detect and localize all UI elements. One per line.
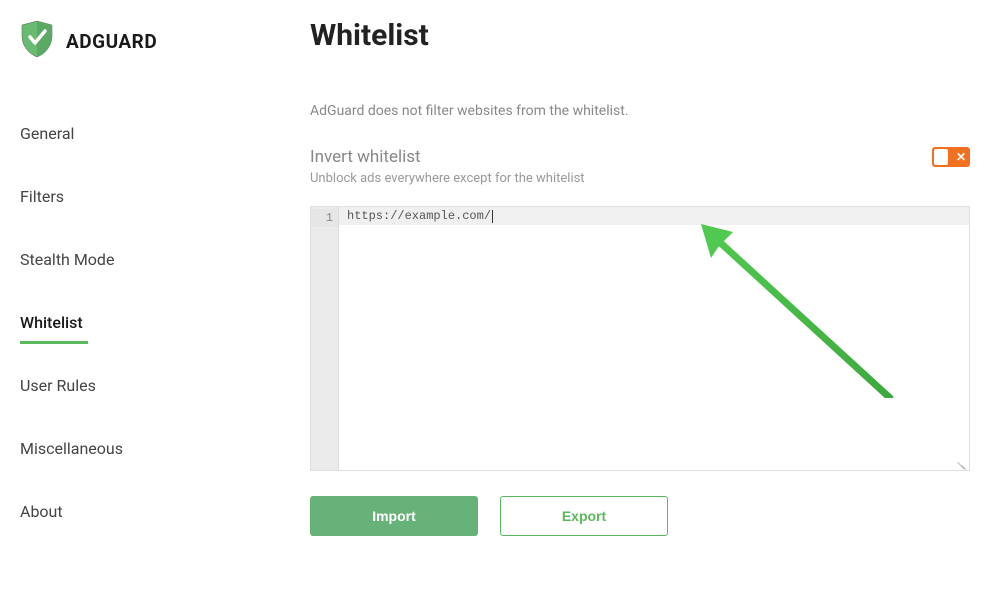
sidebar-item-whitelist[interactable]: Whitelist xyxy=(20,291,260,354)
main-content: Whitelist AdGuard does not filter websit… xyxy=(260,0,1000,616)
sidebar-item-stealth-mode[interactable]: Stealth Mode xyxy=(20,228,260,291)
text-cursor-icon xyxy=(492,210,493,223)
sidebar-item-label: General xyxy=(20,124,74,143)
sidebar-item-label: Miscellaneous xyxy=(20,439,123,458)
shield-check-icon xyxy=(20,20,54,62)
editor-content[interactable]: https://example.com/ xyxy=(339,207,969,470)
brand-name: ADGUARD xyxy=(66,30,157,53)
sidebar-item-about[interactable]: About xyxy=(20,480,260,543)
sidebar-item-label: Filters xyxy=(20,187,64,206)
setting-text: Invert whitelist Unblock ads everywhere … xyxy=(310,147,932,186)
whitelist-editor[interactable]: 1 https://example.com/ xyxy=(310,206,970,471)
brand-logo: ADGUARD xyxy=(20,20,260,62)
setting-subtitle: Unblock ads everywhere except for the wh… xyxy=(310,171,932,186)
page-description: AdGuard does not filter websites from th… xyxy=(310,103,970,119)
editor-text: https://example.com/ xyxy=(347,207,491,225)
invert-whitelist-toggle[interactable]: ✕ xyxy=(932,147,970,167)
sidebar-nav: General Filters Stealth Mode Whitelist U… xyxy=(20,102,260,543)
editor-line-number: 1 xyxy=(311,209,338,227)
button-row: Import Export xyxy=(310,496,970,536)
sidebar-item-user-rules[interactable]: User Rules xyxy=(20,354,260,417)
sidebar-item-general[interactable]: General xyxy=(20,102,260,165)
editor-line: https://example.com/ xyxy=(339,207,969,225)
close-icon: ✕ xyxy=(956,151,966,163)
sidebar-item-label: About xyxy=(20,502,63,521)
sidebar: ADGUARD General Filters Stealth Mode Whi… xyxy=(0,0,260,616)
sidebar-item-label: User Rules xyxy=(20,376,96,395)
export-button[interactable]: Export xyxy=(500,496,668,536)
setting-title: Invert whitelist xyxy=(310,147,932,167)
editor-gutter: 1 xyxy=(311,207,339,470)
sidebar-item-label: Whitelist xyxy=(20,313,83,332)
page-title: Whitelist xyxy=(310,18,970,53)
sidebar-item-miscellaneous[interactable]: Miscellaneous xyxy=(20,417,260,480)
invert-whitelist-setting: Invert whitelist Unblock ads everywhere … xyxy=(310,147,970,186)
resize-handle[interactable] xyxy=(956,457,968,469)
sidebar-item-filters[interactable]: Filters xyxy=(20,165,260,228)
import-button[interactable]: Import xyxy=(310,496,478,536)
sidebar-item-label: Stealth Mode xyxy=(20,250,114,269)
